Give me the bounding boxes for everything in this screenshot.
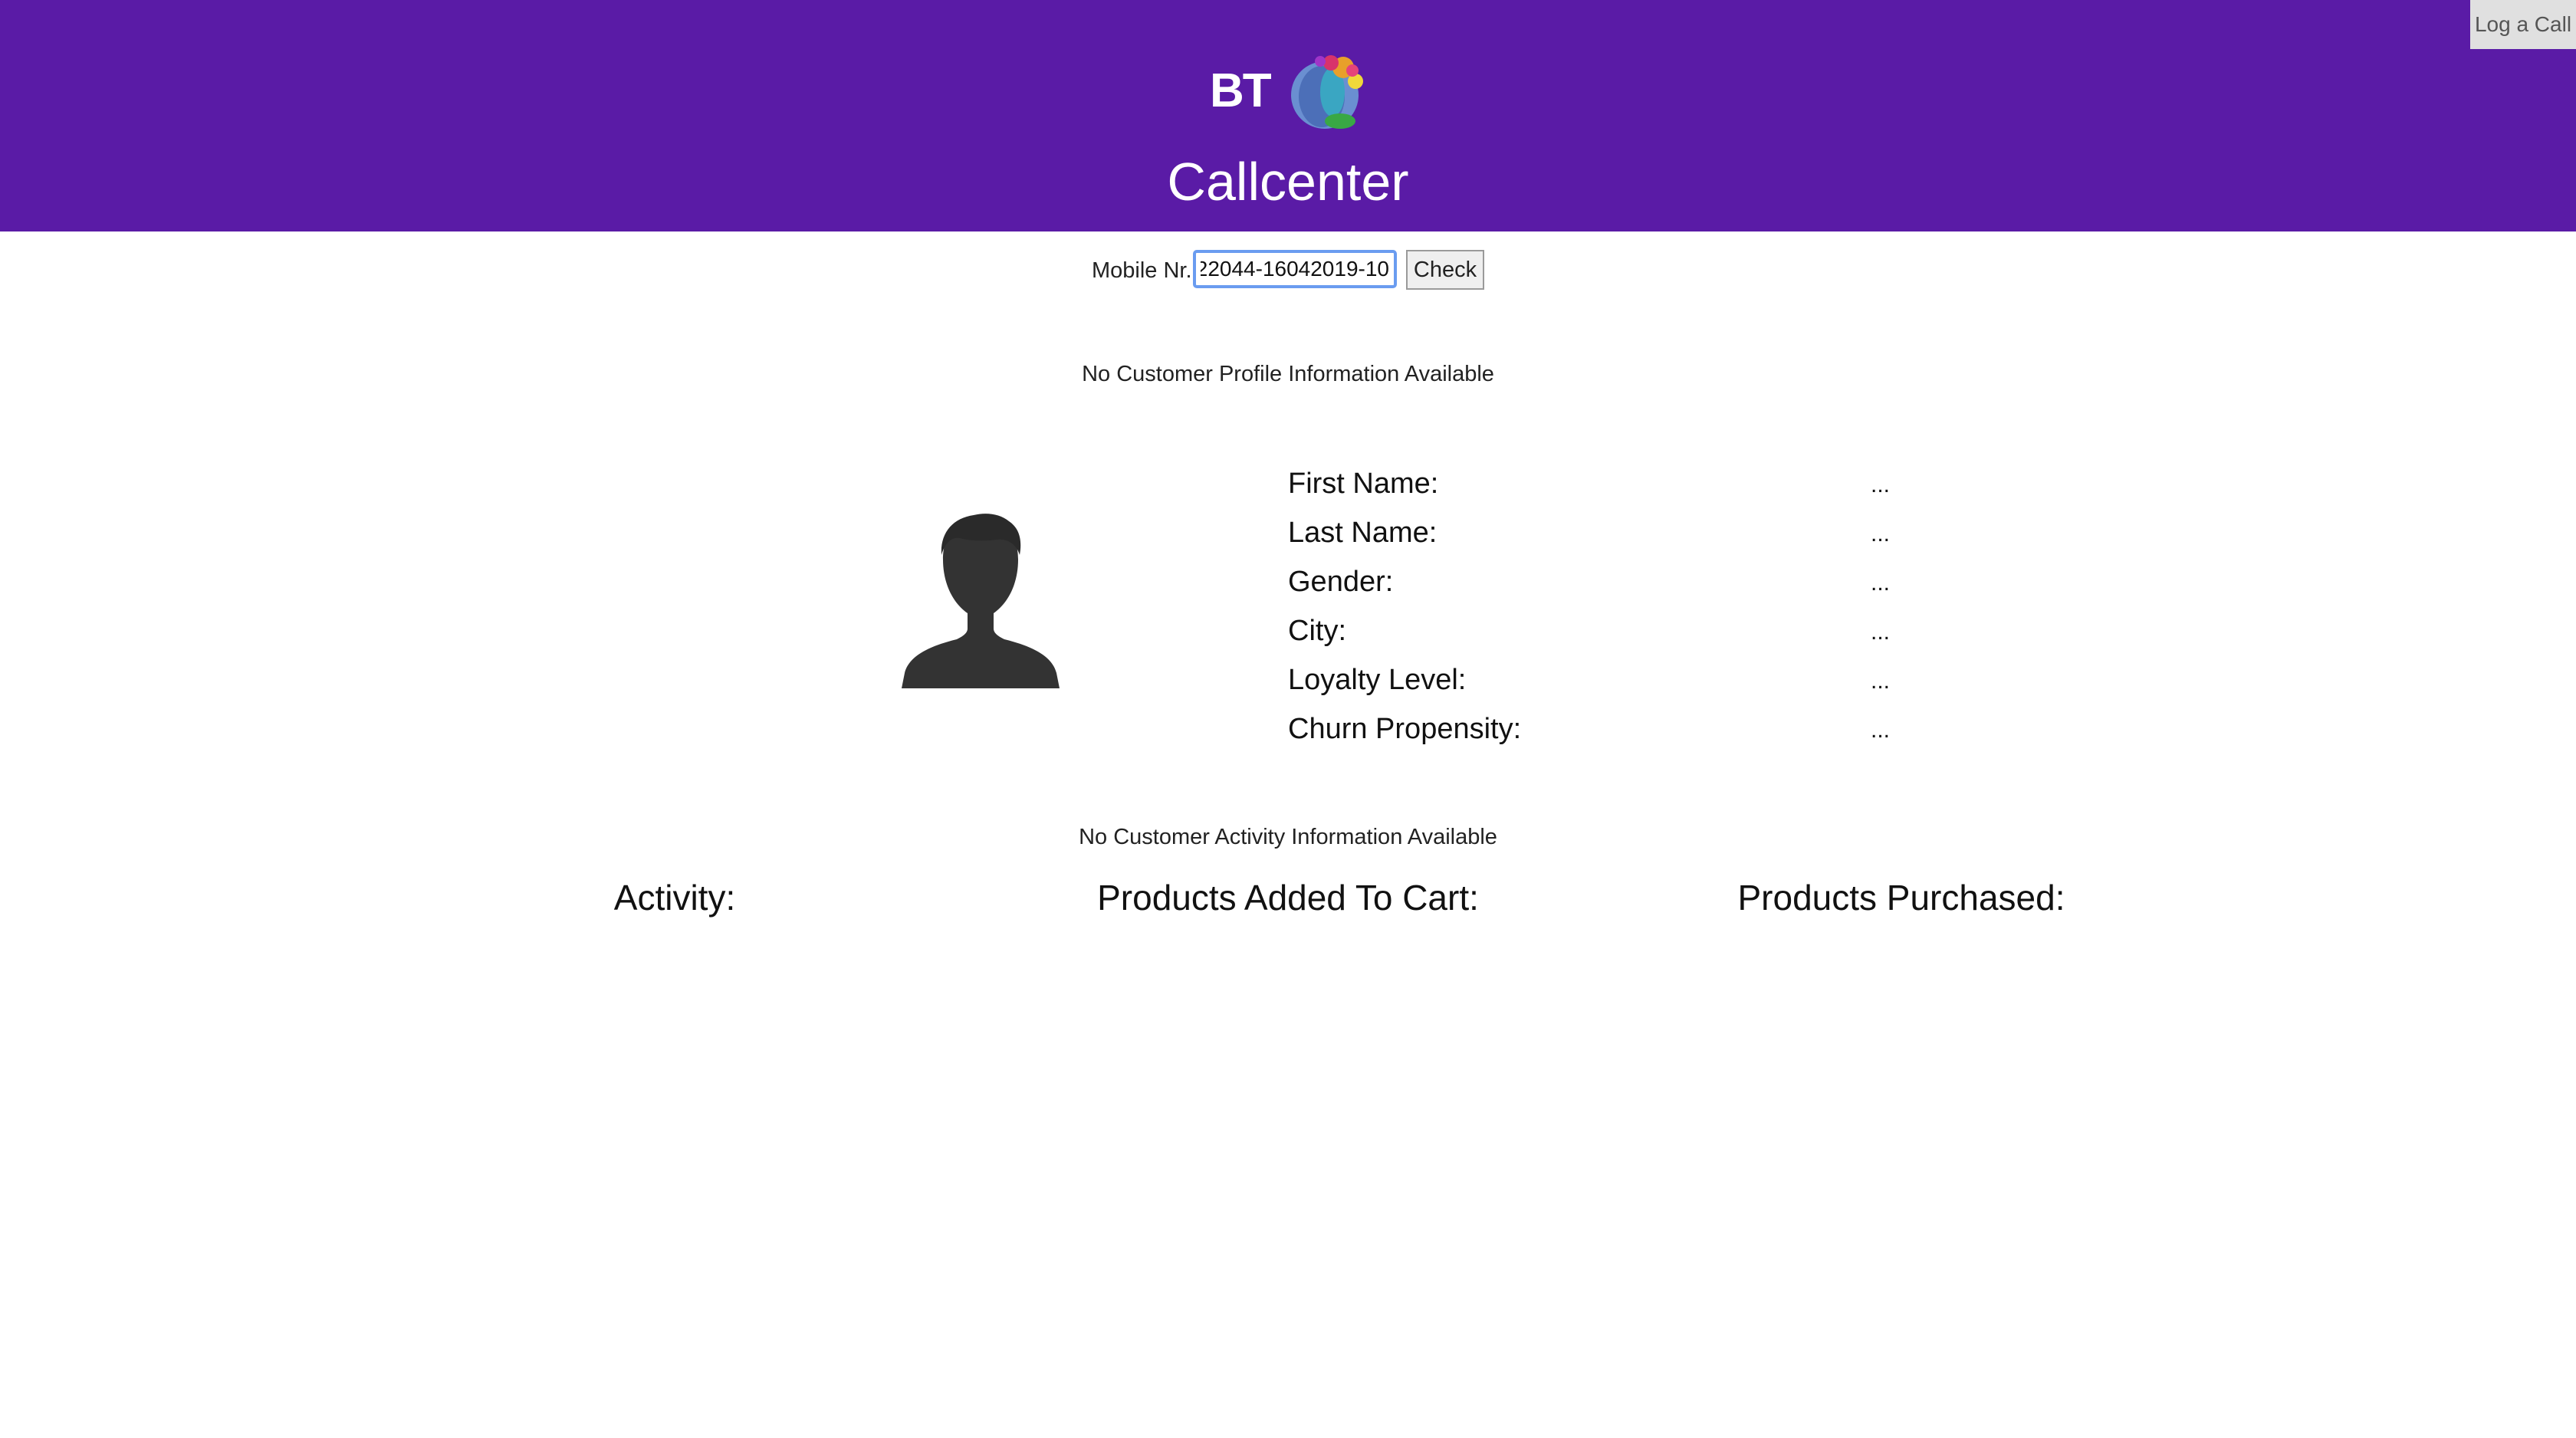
mobile-number-label: Mobile Nr.: <box>1092 258 1198 283</box>
first-name-value: ... <box>1871 472 1891 497</box>
first-name-label: First Name: <box>1288 468 1439 500</box>
city-label: City: <box>1288 615 1346 647</box>
logo-text: BT <box>1210 64 1272 117</box>
churn-propensity-label: Churn Propensity: <box>1288 713 1522 745</box>
loyalty-level-label: Loyalty Level: <box>1288 664 1467 696</box>
gender-value: ... <box>1871 570 1891 596</box>
products-purchased-header: Products Purchased: <box>1737 878 2065 918</box>
profile-notice: No Customer Profile Information Availabl… <box>1082 362 1494 386</box>
log-a-call-button[interactable]: Log a Call <box>2470 0 2576 49</box>
mobile-number-input[interactable] <box>1193 250 1397 288</box>
person-silhouette-icon <box>902 514 1060 688</box>
mobile-search-row: Mobile Nr.: Check <box>0 250 2576 291</box>
bt-globe-icon <box>1291 55 1363 129</box>
loyalty-level-value: ... <box>1871 668 1891 694</box>
gender-label: Gender: <box>1288 566 1394 598</box>
city-value: ... <box>1871 619 1891 645</box>
header-bar: BT Callcenter <box>0 0 2576 231</box>
check-button[interactable]: Check <box>1406 250 1484 290</box>
products-added-to-cart-header: Products Added To Cart: <box>1097 878 1479 918</box>
last-name-value: ... <box>1871 521 1891 547</box>
activity-column-header: Activity: <box>613 878 736 918</box>
page-title: Callcenter <box>1167 152 1409 212</box>
activity-notice: No Customer Activity Information Availab… <box>1079 825 1497 849</box>
bt-logo: BT <box>1210 54 1368 135</box>
last-name-label: Last Name: <box>1288 517 1438 549</box>
churn-propensity-value: ... <box>1871 717 1891 743</box>
